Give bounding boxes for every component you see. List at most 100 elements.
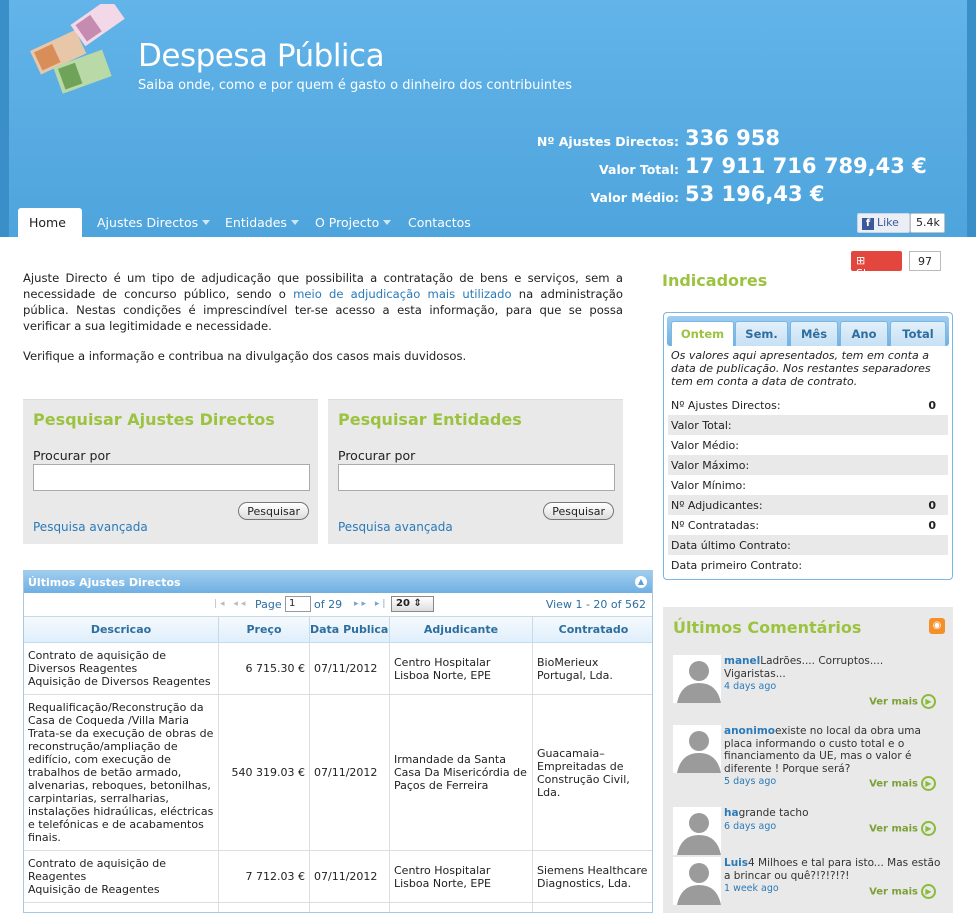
stat-value: 336 958 [685,126,780,150]
col-data[interactable]: Data Publicação [310,617,390,643]
facebook-like-button[interactable]: f Like [857,213,910,233]
comment-item: Luis4 Milhoes e tal para isto... Mas est… [673,857,948,913]
comment-item: manelLadrões.... Corruptos.... Vigarista… [673,655,948,715]
pager-view-label: View 1 - 20 of 562 [545,598,646,611]
tab-ano[interactable]: Ano [840,321,888,346]
indicador-label: Nº Contratadas: [671,519,760,532]
table-row[interactable]: Contrato de aquisição de Reagentes Aquis… [24,851,652,903]
comment-user[interactable]: anonimo [724,725,775,737]
indicador-row: Valor Mínimo: [668,475,948,495]
indicadores-note: Os valores aqui apresentados, tem em con… [671,349,931,388]
comment-text: grande tacho [738,807,809,819]
ver-mais-link[interactable]: Ver mais ▶ [869,884,936,899]
indicador-value: 0 [928,499,936,512]
intro-link[interactable]: meio de adjudicação mais utilizado [293,287,512,301]
facebook-like-label: Like [877,216,899,229]
table-row[interactable] [24,903,652,912]
comment-user[interactable]: Luis [724,857,748,869]
site-title[interactable]: Despesa Pública [138,38,385,74]
stat-value: 53 196,43 € [685,182,825,206]
stat-medio: Valor Médio: 53 196,43 € [447,182,947,212]
share-button[interactable]: ⊞ Share [851,251,902,280]
nav-contactos[interactable]: Contactos [408,208,471,237]
share-label: Share [856,267,888,280]
cell-descricao: Requalificação/Reconstrução da Casa de C… [24,695,219,850]
comment-item: hagrande tacho 6 days ago Ver mais ▶ [673,807,948,857]
cell-preco: 6 715.30 € [219,643,310,694]
tab-semana[interactable]: Sem. [735,321,788,346]
table-row[interactable]: Requalificação/Reconstrução da Casa de C… [24,695,652,851]
nav-projecto[interactable]: O Projecto [315,208,392,237]
site-subtitle: Saiba onde, como e por quem é gasto o di… [138,78,573,93]
indicador-label: Valor Máximo: [671,459,750,472]
search-ajustes-title: Pesquisar Ajustes Directos [33,410,275,429]
col-preco[interactable]: Preço [219,617,310,643]
search-entidades-input[interactable] [338,464,615,491]
chevron-down-icon [383,220,392,225]
search-ajustes-box: Pesquisar Ajustes Directos Procurar por … [23,399,318,544]
collapse-icon[interactable]: ▲ [635,576,647,588]
grid-header: Descricao Preço Data Publicação Adjudica… [24,617,652,643]
ver-mais-link[interactable]: Ver mais ▶ [869,821,936,836]
search-ajustes-advanced-link[interactable]: Pesquisa avançada [33,520,148,534]
indicador-label: Valor Total: [671,419,732,432]
indicadores-panel: Ontem Sem. Mês Ano Total Os valores aqui… [663,312,953,580]
search-entidades-box: Pesquisar Entidades Procurar por Pesquis… [328,399,623,544]
pager-of-label: of 29 [314,598,343,611]
cell-adjudicante: Centro Hospitalar Lisboa Norte, EPE [390,851,533,902]
nav-entidades[interactable]: Entidades [225,208,299,237]
comment-user[interactable]: manel [724,655,760,667]
search-ajustes-label: Procurar por [33,448,111,463]
search-entidades-title: Pesquisar Entidades [338,410,522,429]
comment-item: anonimoexiste no local da obra uma placa… [673,725,948,791]
cell-contratado: BioMerieux Portugal, Lda. [533,643,652,694]
comment-user[interactable]: ha [724,807,739,819]
pager-page-input[interactable]: 1 [285,596,311,612]
cell-contratado: Siemens Healthcare Diagnostics, Lda. [533,851,652,902]
stat-label: Nº Ajustes Directos: [536,134,679,149]
nav-home[interactable]: Home [18,208,82,237]
avatar-icon [673,807,721,855]
arrow-right-icon: ▶ [921,821,936,836]
indicador-row: Valor Máximo: [668,455,948,475]
tab-total[interactable]: Total [890,321,946,346]
indicador-label: Nº Adjudicantes: [671,499,763,512]
search-ajustes-input[interactable] [33,464,310,491]
indicador-label: Nº Ajustes Directos: [671,399,781,412]
grid-pager: |◂ ◂◂ Page 1 of 29 ▸▸ ▸| 20 ⇕ View 1 - 2… [24,593,652,617]
comment-ago: 4 days ago [724,681,777,692]
tab-ontem[interactable]: Ontem [671,321,734,346]
rss-icon[interactable]: ◉ [929,618,945,634]
comentarios-panel: Últimos Comentários ◉ manelLadrões.... C… [663,607,953,913]
nav-ajustes[interactable]: Ajustes Directos [97,208,211,237]
col-adjudicante[interactable]: Adjudicante [390,617,533,643]
intro-text: Ajuste Directo é um tipo de adjudicação … [23,270,623,334]
indicador-label: Data último Contrato: [671,539,791,552]
cell-preco: 540 319.03 € [219,695,310,850]
col-contratado[interactable]: Contratado [533,617,652,643]
cell-contratado [533,903,652,912]
arrow-right-icon: ▶ [921,884,936,899]
tab-mes[interactable]: Mês [790,321,838,346]
ver-mais-link[interactable]: Ver mais ▶ [869,694,936,709]
stat-label: Valor Médio: [590,190,679,205]
pager-rows-value: 20 [396,598,410,609]
search-ajustes-button[interactable]: Pesquisar [238,502,309,520]
ajustes-grid: Últimos Ajustes Directos ▲ |◂ ◂◂ Page 1 … [23,570,653,913]
avatar-icon [673,655,721,703]
table-row[interactable]: Contrato de aquisição de Diversos Reagen… [24,643,652,695]
search-entidades-advanced-link[interactable]: Pesquisa avançada [338,520,453,534]
ver-mais-link[interactable]: Ver mais ▶ [869,776,936,791]
pager-first-prev-icons[interactable]: |◂ ◂◂ [214,599,248,609]
search-entidades-button[interactable]: Pesquisar [543,502,614,520]
pager-next-last-icons[interactable]: ▸▸ ▸| [354,599,388,609]
pager-rows-select[interactable]: 20 ⇕ [391,596,434,612]
cell-data [310,903,390,912]
ver-mais-label: Ver mais [869,696,918,708]
money-logo-icon [30,4,125,94]
avatar-icon [673,857,721,905]
cell-descricao: Contrato de aquisição de Reagentes Aquis… [24,851,219,902]
col-descricao[interactable]: Descricao [24,617,219,643]
pager-page-label: Page [255,598,282,611]
arrow-right-icon: ▶ [921,776,936,791]
